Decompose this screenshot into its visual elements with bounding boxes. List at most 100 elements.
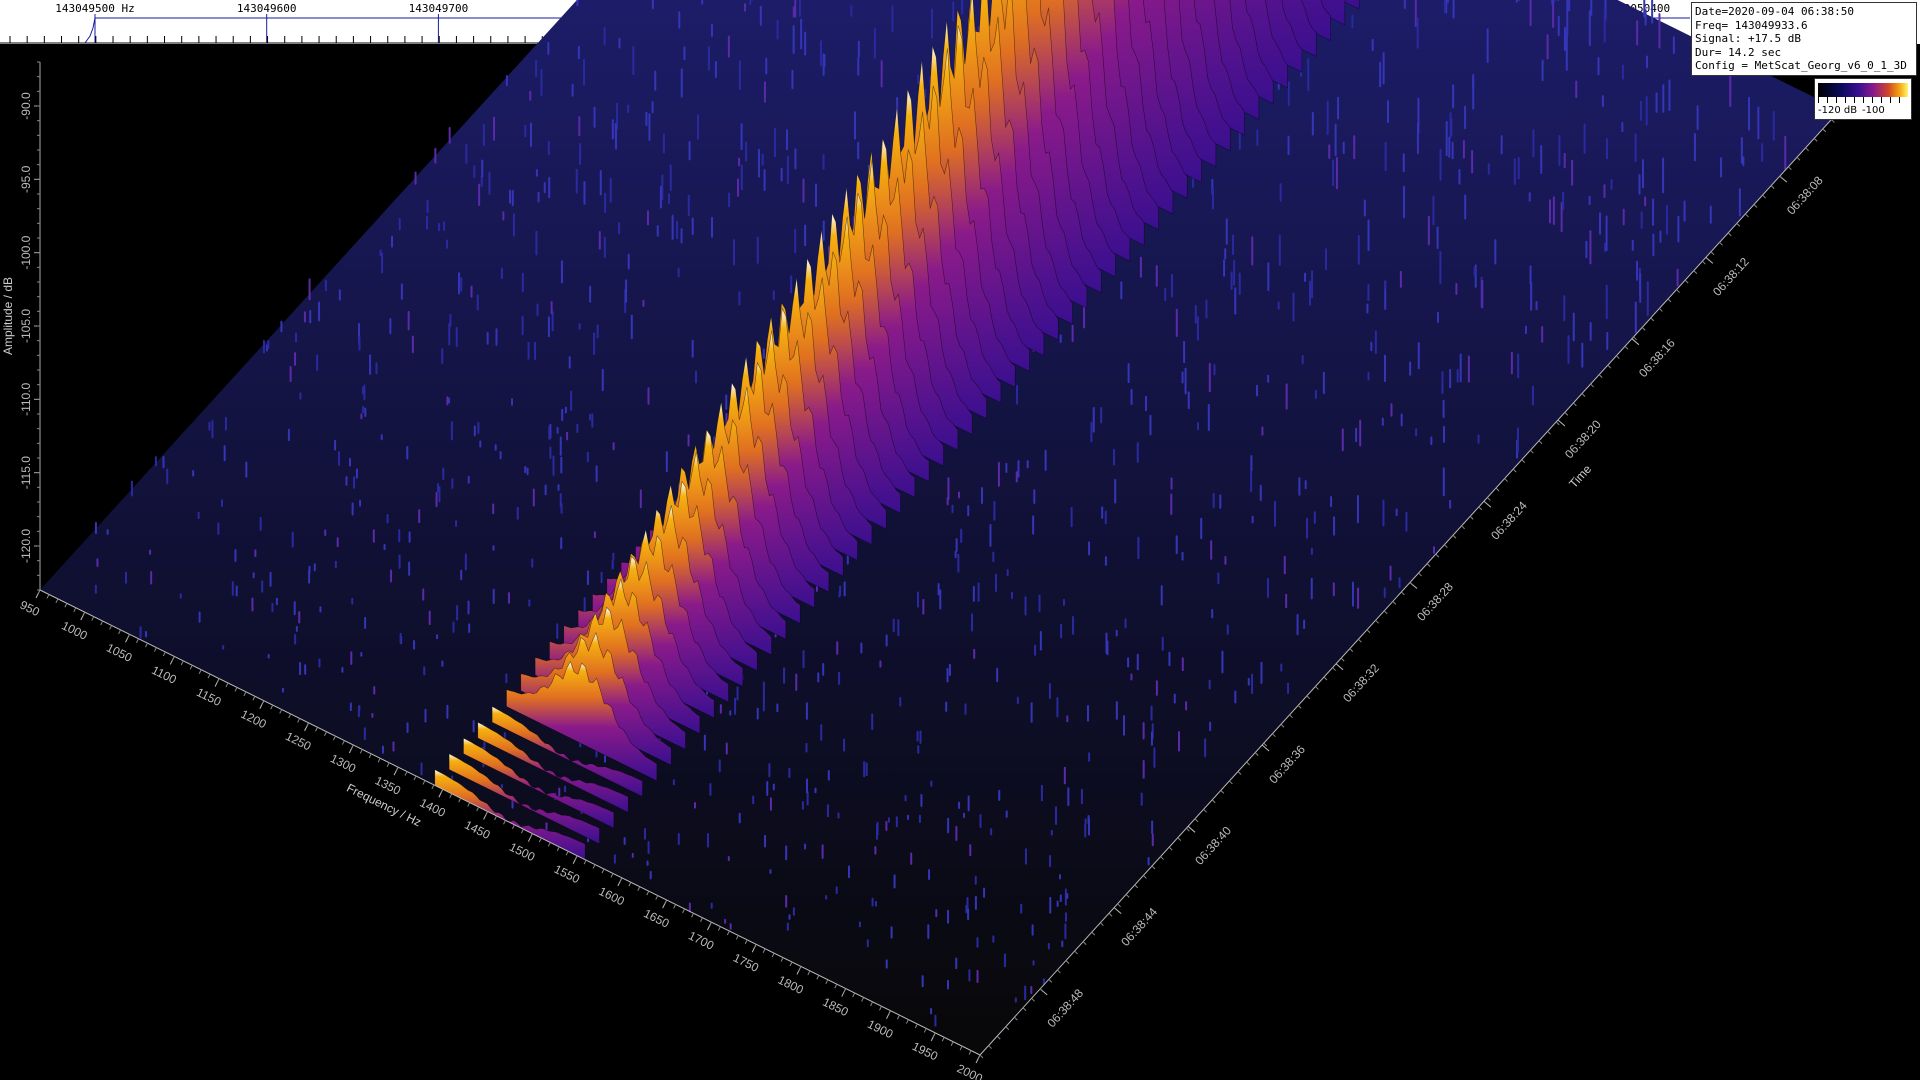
frequency-minor-tick [73, 607, 77, 612]
time-minor-tick [1280, 723, 1285, 728]
frequency-minor-tick [144, 642, 148, 648]
time-minor-tick [1289, 714, 1293, 719]
time-minor-tick [1796, 156, 1801, 161]
frequency-tick-label: 1800 [776, 973, 806, 998]
frequency-minor-tick [359, 749, 363, 754]
info-signal: Signal: +17.5 dB [1695, 32, 1801, 46]
time-tick-label: 06:38:40 [1192, 823, 1234, 867]
frequency-minor-tick [601, 868, 605, 874]
time-minor-tick [1805, 147, 1809, 152]
frequency-minor-tick [198, 669, 202, 674]
time-minor-tick [1504, 478, 1508, 482]
frequency-minor-tick [118, 629, 122, 635]
time-tick-label: 06:38:12 [1710, 255, 1752, 299]
frequency-tick-label: 1600 [597, 884, 627, 909]
time-tick-label: 06:38:28 [1414, 580, 1456, 624]
frequency-minor-tick [923, 1028, 927, 1033]
frequency-minor-tick [82, 611, 86, 617]
frequency-minor-tick [476, 806, 480, 812]
frequency-minor-tick [171, 656, 175, 661]
time-minor-tick [1710, 251, 1715, 256]
amplitude-axis-title: Amplitude / dB [1, 277, 15, 355]
frequency-minor-tick [959, 1045, 963, 1051]
time-minor-tick [1323, 676, 1328, 681]
frequency-minor-tick [807, 970, 811, 976]
frequency-minor-tick [261, 700, 265, 705]
frequency-tick-label: 1950 [910, 1039, 940, 1064]
time-minor-tick [1186, 827, 1190, 832]
info-duration: Dur= 14.2 sec [1695, 45, 1782, 59]
frequency-minor-tick [780, 957, 784, 962]
time-minor-tick [1598, 374, 1603, 378]
time-minor-tick [1143, 875, 1147, 879]
frequency-minor-tick [825, 979, 829, 984]
frequency-minor-tick [932, 1032, 936, 1038]
time-minor-tick [1487, 497, 1491, 501]
time-minor-tick [1254, 752, 1259, 756]
frequency-minor-tick [834, 983, 838, 989]
color-legend: -120 dB -100 [1814, 78, 1912, 120]
time-tick-label: 06:38:36 [1266, 742, 1308, 786]
frequency-minor-tick [512, 824, 515, 829]
time-minor-tick [1762, 194, 1766, 199]
frequency-minor-tick [646, 890, 650, 896]
frequency-minor-tick [852, 992, 856, 998]
time-minor-tick [1736, 223, 1741, 227]
frequency-minor-tick [136, 638, 139, 643]
color-legend-ticks [1818, 97, 1908, 103]
time-minor-tick [1022, 1007, 1027, 1012]
time-minor-tick [988, 1045, 992, 1049]
time-minor-tick [1530, 449, 1534, 454]
frequency-minor-tick [941, 1037, 945, 1042]
frequency-minor-tick [404, 771, 408, 776]
amplitude-tick-label: -110.0 [19, 382, 33, 415]
time-minor-tick [1246, 761, 1250, 766]
frequency-minor-tick [637, 886, 641, 891]
frequency-minor-tick [207, 673, 211, 679]
time-minor-tick [1358, 638, 1362, 643]
frequency-minor-tick [879, 1006, 882, 1011]
frequency-minor-tick [395, 766, 399, 772]
time-minor-tick [1564, 412, 1569, 416]
time-tick-label: 06:38:20 [1562, 417, 1604, 461]
time-minor-tick [1469, 515, 1474, 520]
time-minor-tick [1349, 648, 1354, 653]
frequency-minor-tick [762, 948, 766, 953]
time-minor-tick [1315, 686, 1319, 690]
frequency-tick-label: 1000 [59, 618, 89, 643]
time-tick [1113, 907, 1122, 914]
frequency-minor-tick [422, 780, 426, 785]
frequency-minor-tick [297, 718, 301, 723]
time-minor-tick [1306, 695, 1311, 700]
time-tick-label: 06:38:44 [1118, 905, 1160, 949]
frequency-minor-tick [270, 704, 274, 710]
time-minor-tick [1813, 137, 1818, 142]
frequency-minor-tick [914, 1023, 918, 1029]
frequency-minor-tick [735, 935, 739, 940]
frequency-minor-tick [870, 1001, 874, 1007]
frequency-minor-tick [485, 811, 489, 816]
frequency-minor-tick [37, 589, 41, 595]
frequency-minor-tick [798, 966, 802, 971]
time-minor-tick [1684, 279, 1689, 284]
frequency-tick-label: 950 [18, 598, 42, 620]
info-frequency: Freq= 143049933.6 [1695, 18, 1808, 32]
frequency-minor-tick [288, 713, 292, 719]
frequency-minor-tick [700, 917, 703, 922]
time-minor-tick [1512, 468, 1517, 473]
frequency-tick-label: 2000 [955, 1061, 985, 1080]
time-minor-tick [1788, 166, 1792, 171]
frequency-minor-tick [64, 603, 68, 608]
frequency-minor-tick [655, 895, 659, 900]
time-tick [1705, 257, 1714, 264]
frequency-minor-tick [449, 793, 453, 798]
frequency-minor-tick [673, 904, 677, 909]
time-minor-tick [1478, 506, 1483, 511]
frequency-minor-tick [896, 1014, 900, 1020]
time-tick-label: 06:38:48 [1044, 986, 1086, 1030]
frequency-minor-tick [243, 691, 247, 697]
time-minor-tick [1057, 969, 1061, 974]
legend-min-label: -120 dB [1818, 105, 1858, 116]
frequency-minor-tick [494, 815, 498, 821]
time-minor-tick [1134, 884, 1139, 889]
